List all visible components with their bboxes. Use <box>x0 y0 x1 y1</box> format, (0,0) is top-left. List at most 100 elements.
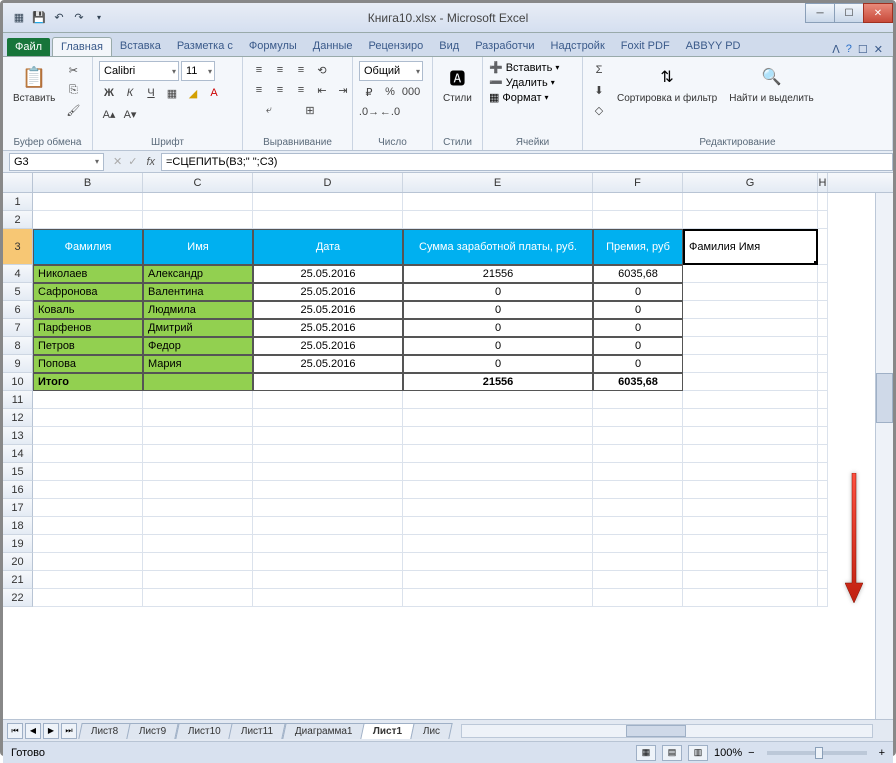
zoom-slider-thumb[interactable] <box>815 747 823 759</box>
cell-G13[interactable] <box>683 427 818 445</box>
horizontal-scrollbar[interactable] <box>461 724 873 738</box>
sheet-nav-first[interactable]: ⏮ <box>7 723 23 739</box>
zoom-in-button[interactable]: + <box>879 747 885 759</box>
row-header-22[interactable]: 22 <box>3 589 33 607</box>
cell-E13[interactable] <box>403 427 593 445</box>
header-B[interactable]: Фамилия <box>33 229 143 265</box>
cell-G21[interactable] <box>683 571 818 589</box>
cell-C4[interactable]: Александр <box>143 265 253 283</box>
cell-G18[interactable] <box>683 517 818 535</box>
font-color-button[interactable]: A <box>204 84 224 102</box>
cell-D4[interactable]: 25.05.2016 <box>253 265 403 283</box>
cell-C12[interactable] <box>143 409 253 427</box>
cell-G11[interactable] <box>683 391 818 409</box>
cell-G5[interactable] <box>683 283 818 301</box>
cell-G20[interactable] <box>683 553 818 571</box>
column-header-C[interactable]: C <box>143 173 253 192</box>
cell-F12[interactable] <box>593 409 683 427</box>
cell-B21[interactable] <box>33 571 143 589</box>
row-header-1[interactable]: 1 <box>3 193 33 211</box>
cell-D2[interactable] <box>253 211 403 229</box>
cell-H17[interactable] <box>818 499 828 517</box>
cell-B12[interactable] <box>33 409 143 427</box>
bold-button[interactable]: Ж <box>99 84 119 102</box>
cell-H14[interactable] <box>818 445 828 463</box>
row-header-13[interactable]: 13 <box>3 427 33 445</box>
align-top-icon[interactable]: ≡ <box>249 61 269 79</box>
cell-E2[interactable] <box>403 211 593 229</box>
cell-C6[interactable]: Людмила <box>143 301 253 319</box>
cell-C22[interactable] <box>143 589 253 607</box>
cell-B9[interactable]: Попова <box>33 355 143 373</box>
sheet-tab-Лист11[interactable]: Лист11 <box>229 723 287 739</box>
enter-formula-icon[interactable]: ✓ <box>125 155 140 168</box>
select-all-corner[interactable] <box>3 173 33 192</box>
align-center-icon[interactable]: ≡ <box>270 81 290 99</box>
tab-разработчи[interactable]: Разработчи <box>467 37 542 56</box>
row-header-5[interactable]: 5 <box>3 283 33 301</box>
cell-B19[interactable] <box>33 535 143 553</box>
cell-B13[interactable] <box>33 427 143 445</box>
cell-G3-selected[interactable]: Фамилия Имя <box>683 229 818 265</box>
name-box[interactable]: G3 <box>9 153 104 171</box>
cell-G8[interactable] <box>683 337 818 355</box>
cell-H11[interactable] <box>818 391 828 409</box>
indent-increase-icon[interactable]: ⇥ <box>333 81 353 99</box>
fill-icon[interactable]: ⬇ <box>589 81 609 99</box>
decrease-font-icon[interactable]: A▾ <box>120 105 140 123</box>
cell-G16[interactable] <box>683 481 818 499</box>
cell-E7[interactable]: 0 <box>403 319 593 337</box>
column-header-E[interactable]: E <box>403 173 593 192</box>
tab-главная[interactable]: Главная <box>52 37 112 56</box>
cell-D21[interactable] <box>253 571 403 589</box>
row-header-7[interactable]: 7 <box>3 319 33 337</box>
sheet-tab-Лист8[interactable]: Лист8 <box>78 723 131 739</box>
cell-H6[interactable] <box>818 301 828 319</box>
cell-B10[interactable]: Итого <box>33 373 143 391</box>
cell-H13[interactable] <box>818 427 828 445</box>
paste-button[interactable]: 📋 Вставить <box>9 61 59 106</box>
cell-H2[interactable] <box>818 211 828 229</box>
row-header-20[interactable]: 20 <box>3 553 33 571</box>
cell-B22[interactable] <box>33 589 143 607</box>
number-format-combo[interactable]: Общий <box>359 61 423 81</box>
cell-D17[interactable] <box>253 499 403 517</box>
zoom-level[interactable]: 100% <box>714 747 742 759</box>
align-left-icon[interactable]: ≡ <box>249 81 269 99</box>
header-E[interactable]: Сумма заработной платы, руб. <box>403 229 593 265</box>
save-icon[interactable]: 💾 <box>31 10 47 26</box>
zoom-out-button[interactable]: − <box>748 747 754 759</box>
cell-C7[interactable]: Дмитрий <box>143 319 253 337</box>
horizontal-scroll-thumb[interactable] <box>626 725 686 737</box>
cell-H19[interactable] <box>818 535 828 553</box>
minimize-ribbon-icon[interactable]: ᐱ <box>832 43 840 56</box>
cell-B2[interactable] <box>33 211 143 229</box>
clear-icon[interactable]: ◇ <box>589 101 609 119</box>
cell-G2[interactable] <box>683 211 818 229</box>
cell-E5[interactable]: 0 <box>403 283 593 301</box>
cell-C20[interactable] <box>143 553 253 571</box>
cell-D15[interactable] <box>253 463 403 481</box>
autosum-icon[interactable]: Σ <box>589 61 609 79</box>
cell-H21[interactable] <box>818 571 828 589</box>
cell-E6[interactable]: 0 <box>403 301 593 319</box>
cell-C16[interactable] <box>143 481 253 499</box>
row-header-3[interactable]: 3 <box>3 229 33 265</box>
cell-G9[interactable] <box>683 355 818 373</box>
cell-C14[interactable] <box>143 445 253 463</box>
cell-E11[interactable] <box>403 391 593 409</box>
tab-разметка с[interactable]: Разметка с <box>169 37 241 56</box>
cell-G10[interactable] <box>683 373 818 391</box>
format-cells-button[interactable]: ▦Формат▾ <box>489 91 549 104</box>
cancel-formula-icon[interactable]: ✕ <box>110 155 125 168</box>
cell-B11[interactable] <box>33 391 143 409</box>
font-name-combo[interactable]: Calibri <box>99 61 179 81</box>
increase-decimal-icon[interactable]: .0→ <box>359 103 379 121</box>
cell-E4[interactable]: 21556 <box>403 265 593 283</box>
orientation-icon[interactable]: ⟲ <box>312 61 332 79</box>
tab-file[interactable]: Файл <box>7 38 50 56</box>
cell-F9[interactable]: 0 <box>593 355 683 373</box>
sheet-nav-last[interactable]: ⏭ <box>61 723 77 739</box>
cell-G7[interactable] <box>683 319 818 337</box>
cell-D7[interactable]: 25.05.2016 <box>253 319 403 337</box>
